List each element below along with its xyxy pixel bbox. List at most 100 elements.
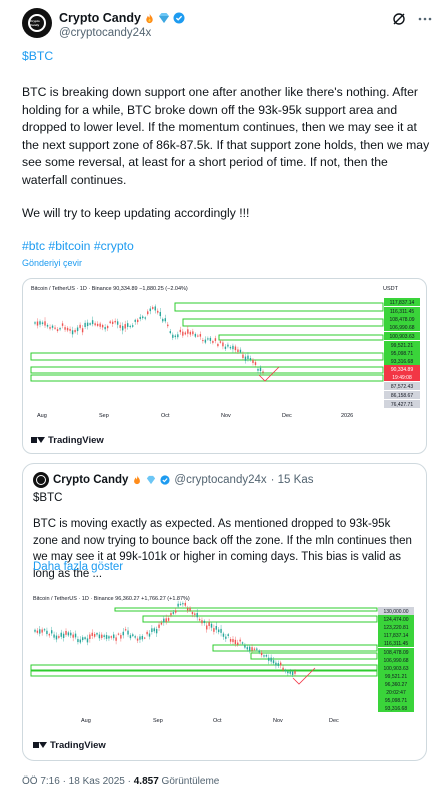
candle bbox=[219, 341, 222, 343]
x-axis-label: Dec bbox=[329, 718, 339, 724]
more-icon[interactable] bbox=[418, 17, 432, 21]
author-handle[interactable]: @cryptocandy24x bbox=[59, 27, 151, 39]
candle bbox=[272, 660, 275, 664]
candle bbox=[110, 636, 113, 638]
candle bbox=[279, 662, 282, 666]
candle bbox=[227, 634, 229, 636]
candle bbox=[174, 335, 177, 338]
candle bbox=[189, 607, 191, 611]
candle bbox=[147, 311, 149, 315]
candle bbox=[194, 613, 196, 615]
projection-arrow bbox=[258, 366, 280, 382]
candle bbox=[34, 629, 36, 632]
candle bbox=[155, 628, 158, 634]
chart-1-svg: Bitcoin / TetherUS · 1D · Binance 90,334… bbox=[30, 286, 420, 446]
candle bbox=[144, 317, 146, 319]
candle bbox=[146, 631, 148, 635]
candle bbox=[132, 634, 134, 637]
price-label: 130,000.00 bbox=[383, 609, 408, 615]
candle bbox=[159, 311, 161, 317]
support-zone bbox=[174, 302, 384, 312]
candle bbox=[70, 632, 72, 636]
candle bbox=[241, 642, 244, 644]
support-zone bbox=[142, 615, 378, 623]
candle bbox=[239, 639, 241, 642]
candle bbox=[84, 637, 86, 640]
candle bbox=[79, 324, 81, 328]
candle bbox=[104, 327, 106, 330]
candle bbox=[214, 338, 217, 341]
candle bbox=[256, 648, 258, 650]
candle bbox=[237, 642, 239, 645]
diamond-icon bbox=[158, 13, 169, 23]
candle bbox=[186, 608, 189, 611]
candle bbox=[51, 325, 54, 328]
candle bbox=[53, 634, 55, 638]
author-name[interactable]: Crypto Candy bbox=[59, 11, 141, 25]
candle bbox=[61, 323, 64, 326]
candle bbox=[162, 318, 164, 322]
candle bbox=[262, 371, 264, 373]
candle bbox=[291, 671, 294, 675]
post-hashtags[interactable]: #btc #bitcoin #crypto bbox=[22, 238, 432, 256]
candle bbox=[41, 322, 44, 324]
candle bbox=[148, 633, 151, 637]
candle bbox=[254, 362, 257, 365]
candle bbox=[105, 635, 108, 639]
candle bbox=[142, 316, 144, 319]
avatar[interactable]: Crypto Candy bbox=[22, 8, 52, 38]
show-more-link[interactable]: Daha fazla göster bbox=[33, 561, 123, 573]
candle bbox=[113, 634, 115, 639]
candle bbox=[167, 324, 169, 327]
price-label: 106,990.68 bbox=[383, 658, 408, 664]
candle bbox=[203, 620, 206, 624]
candle bbox=[289, 671, 291, 674]
price-label: 90,334.89 bbox=[391, 367, 413, 373]
candle bbox=[253, 648, 256, 650]
price-label: 96,360.27 bbox=[385, 682, 407, 688]
diamond-icon bbox=[147, 475, 156, 485]
candle bbox=[217, 629, 220, 633]
candle bbox=[199, 334, 202, 337]
candle bbox=[43, 629, 46, 631]
grok-icon[interactable] bbox=[392, 12, 406, 26]
fire-icon bbox=[134, 475, 141, 485]
candle bbox=[252, 359, 254, 363]
candle bbox=[244, 356, 247, 361]
post-cashtag[interactable]: $BTC bbox=[22, 48, 432, 66]
price-label: 108,478.09 bbox=[389, 317, 414, 323]
candle bbox=[49, 327, 51, 329]
candle bbox=[177, 603, 179, 607]
candle bbox=[263, 655, 265, 657]
candle bbox=[224, 346, 227, 349]
candle bbox=[249, 358, 252, 360]
chart-image-1[interactable]: Bitcoin / TetherUS · 1D · Binance 90,334… bbox=[22, 278, 427, 454]
chart-1-header: Bitcoin / TetherUS · 1D · Binance 90,334… bbox=[31, 286, 188, 292]
candle bbox=[201, 620, 203, 624]
candle bbox=[46, 324, 49, 327]
candle bbox=[206, 625, 208, 630]
candle bbox=[114, 320, 116, 323]
candle bbox=[160, 622, 163, 625]
quoted-tweet[interactable]: Crypto Candy @cryptocandy24x · 15 Kas $B… bbox=[22, 463, 427, 761]
candle bbox=[208, 622, 210, 626]
candle bbox=[50, 630, 53, 634]
candle bbox=[260, 652, 263, 656]
candle bbox=[248, 646, 251, 651]
price-label: 124,474.00 bbox=[383, 617, 408, 623]
x-axis-label: Nov bbox=[221, 413, 231, 419]
translate-link[interactable]: Gönderiyi çevir bbox=[22, 258, 82, 268]
candle bbox=[98, 634, 101, 639]
candle bbox=[134, 636, 136, 638]
candle bbox=[44, 321, 46, 326]
candle bbox=[157, 310, 159, 313]
post-time[interactable]: ÖÖ 7:16 · 18 Kas 2025 · bbox=[22, 776, 134, 787]
candle bbox=[109, 321, 111, 324]
candle bbox=[69, 328, 71, 331]
candle bbox=[179, 603, 182, 605]
candle bbox=[177, 334, 179, 338]
candle bbox=[158, 624, 160, 628]
candle bbox=[77, 639, 79, 643]
candle bbox=[287, 671, 289, 674]
candle bbox=[119, 325, 121, 328]
